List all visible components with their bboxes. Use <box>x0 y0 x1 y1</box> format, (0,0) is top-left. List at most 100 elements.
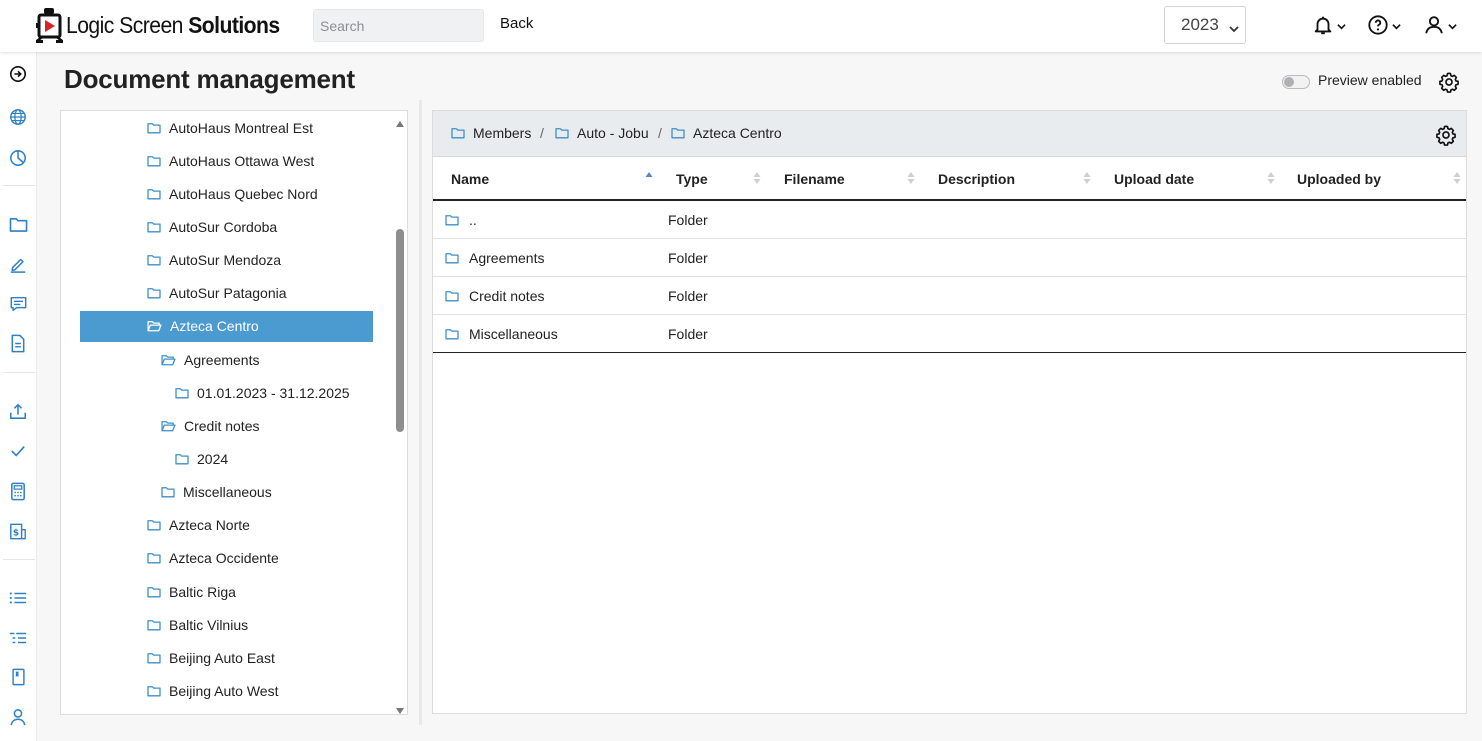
tree-item[interactable]: AutoSur Patagonia <box>147 278 287 309</box>
breadcrumb-label: Auto - Jobu <box>577 125 649 141</box>
sort-both-icon[interactable] <box>753 170 761 186</box>
column-header-description[interactable]: Description <box>938 171 1015 187</box>
calculator-icon[interactable] <box>8 481 28 501</box>
table-row[interactable]: Credit notes Folder <box>433 277 1466 315</box>
year-select[interactable]: 2023 <box>1164 6 1246 44</box>
folder-open-icon <box>161 420 176 432</box>
tree-scrollbar-thumb[interactable] <box>396 229 404 432</box>
tree-item[interactable]: Agreements <box>161 344 259 375</box>
cell-name: Agreements <box>445 250 544 266</box>
tree-item-label: Beijing Auto West <box>169 683 279 700</box>
back-button[interactable]: Back <box>500 15 533 32</box>
table-settings-gear-icon[interactable] <box>1435 124 1457 149</box>
sort-both-icon[interactable] <box>1083 170 1091 186</box>
scroll-up-arrow-icon[interactable] <box>395 115 405 127</box>
column-header-uploaded-by[interactable]: Uploaded by <box>1297 171 1381 187</box>
edit-icon[interactable] <box>8 254 28 274</box>
folder-icon <box>147 619 161 631</box>
folder-icon <box>175 453 189 465</box>
column-header-type[interactable]: Type <box>676 171 708 187</box>
column-header-upload-date[interactable]: Upload date <box>1114 171 1194 187</box>
cell-name: Credit notes <box>445 288 544 304</box>
chevron-down-icon <box>1448 18 1457 34</box>
sort-both-icon[interactable] <box>1453 170 1461 186</box>
brand-logo[interactable]: Logic Screen Solutions <box>36 5 298 45</box>
scroll-down-arrow-icon[interactable] <box>395 702 405 714</box>
tree-item[interactable]: Credit notes <box>161 410 259 441</box>
sort-ascending-icon[interactable] <box>645 170 653 186</box>
breadcrumb-item[interactable]: Auto - Jobu <box>555 125 649 141</box>
row-name: Credit notes <box>469 288 545 304</box>
tree-item[interactable]: AutoHaus Quebec Nord <box>147 178 318 209</box>
tree-item[interactable]: Baltic Riga <box>147 576 236 607</box>
tree-item-selected[interactable]: Azteca Centro <box>80 310 373 342</box>
cell-name: .. <box>445 212 477 228</box>
panel-resize-handle[interactable] <box>419 100 422 725</box>
tree-item[interactable]: 2024 <box>175 444 228 475</box>
tree-item[interactable]: AutoHaus Ottawa West <box>147 145 314 176</box>
tree-item[interactable]: Beijing Auto East <box>147 642 275 673</box>
chevron-down-icon <box>1337 18 1346 34</box>
cell-type: Folder <box>668 212 708 228</box>
person-icon[interactable] <box>8 707 28 727</box>
table-row[interactable]: .. Folder <box>433 201 1466 239</box>
breadcrumb-item[interactable]: Members <box>451 125 531 141</box>
page-settings-gear-icon[interactable] <box>1438 71 1460 96</box>
check-icon[interactable] <box>8 441 28 461</box>
table-row[interactable]: Agreements Folder <box>433 239 1466 277</box>
tree-item[interactable]: AutoSur Cordoba <box>147 211 277 242</box>
sort-both-icon[interactable] <box>907 170 915 186</box>
tree-item-label: Credit notes <box>184 417 260 434</box>
tree-item-label: AutoHaus Montreal Est <box>169 119 313 136</box>
bookmark-book-icon[interactable] <box>8 667 28 687</box>
search-input[interactable] <box>313 9 484 42</box>
tree-item[interactable]: AutoSur Mendoza <box>147 245 281 276</box>
preview-label: Preview enabled <box>1318 72 1422 88</box>
message-list-icon[interactable] <box>8 294 28 314</box>
breadcrumb-separator: / <box>540 125 544 141</box>
upload-icon[interactable] <box>8 401 28 421</box>
row-name: Agreements <box>469 250 545 266</box>
folder-tree-panel[interactable]: AutoHaus Montreal Est AutoHaus Ottawa Wes… <box>60 110 408 715</box>
folder-icon <box>147 122 161 134</box>
tree-item-label: AutoHaus Ottawa West <box>169 152 315 169</box>
folder-icon <box>147 519 161 531</box>
arrow-circle-right-icon[interactable] <box>8 64 28 84</box>
globe-icon[interactable] <box>8 107 28 127</box>
folder-icon[interactable] <box>8 214 28 234</box>
column-header-name[interactable]: Name <box>451 171 489 187</box>
tree-item[interactable]: Azteca Norte <box>147 510 250 541</box>
notifications-dropdown[interactable] <box>1312 14 1346 38</box>
help-dropdown[interactable] <box>1367 14 1401 38</box>
tree-item[interactable]: Baltic Vilnius <box>147 609 248 640</box>
tree-item[interactable]: 01.01.2023 - 31.12.2025 <box>175 377 350 408</box>
breadcrumb-label: Azteca Centro <box>693 125 782 141</box>
table-row[interactable]: Miscellaneous Folder <box>433 315 1466 353</box>
rail-divider <box>3 372 35 373</box>
folder-icon <box>147 221 161 233</box>
brand-name-light: Logic Screen <box>66 11 183 38</box>
list-indent-icon[interactable] <box>8 628 28 648</box>
pie-chart-icon[interactable] <box>8 148 28 168</box>
folder-icon <box>445 252 459 264</box>
list-icon[interactable] <box>8 588 28 608</box>
tree-item[interactable]: Azteca Occidente <box>147 543 279 574</box>
rail-divider <box>3 185 35 186</box>
invoice-dollar-icon[interactable]: $ <box>8 521 28 541</box>
column-header-filename[interactable]: Filename <box>784 171 845 187</box>
folder-icon <box>161 486 175 498</box>
tree-item[interactable]: AutoHaus Montreal Est <box>147 112 313 143</box>
year-select-value: 2023 <box>1181 15 1219 34</box>
tree-item-label: 01.01.2023 - 31.12.2025 <box>197 384 350 401</box>
tree-item-label: Azteca Occidente <box>169 550 279 567</box>
folder-icon <box>175 387 189 399</box>
user-dropdown[interactable] <box>1423 14 1457 38</box>
breadcrumb-item[interactable]: Azteca Centro <box>671 125 782 141</box>
row-name: Miscellaneous <box>469 326 558 342</box>
document-icon[interactable] <box>8 333 28 353</box>
tree-item[interactable]: Beijing Auto West <box>147 676 278 707</box>
tree-item[interactable]: Miscellaneous <box>161 477 272 508</box>
folder-icon <box>147 685 161 697</box>
sort-both-icon[interactable] <box>1267 170 1275 186</box>
preview-toggle[interactable] <box>1282 75 1310 89</box>
